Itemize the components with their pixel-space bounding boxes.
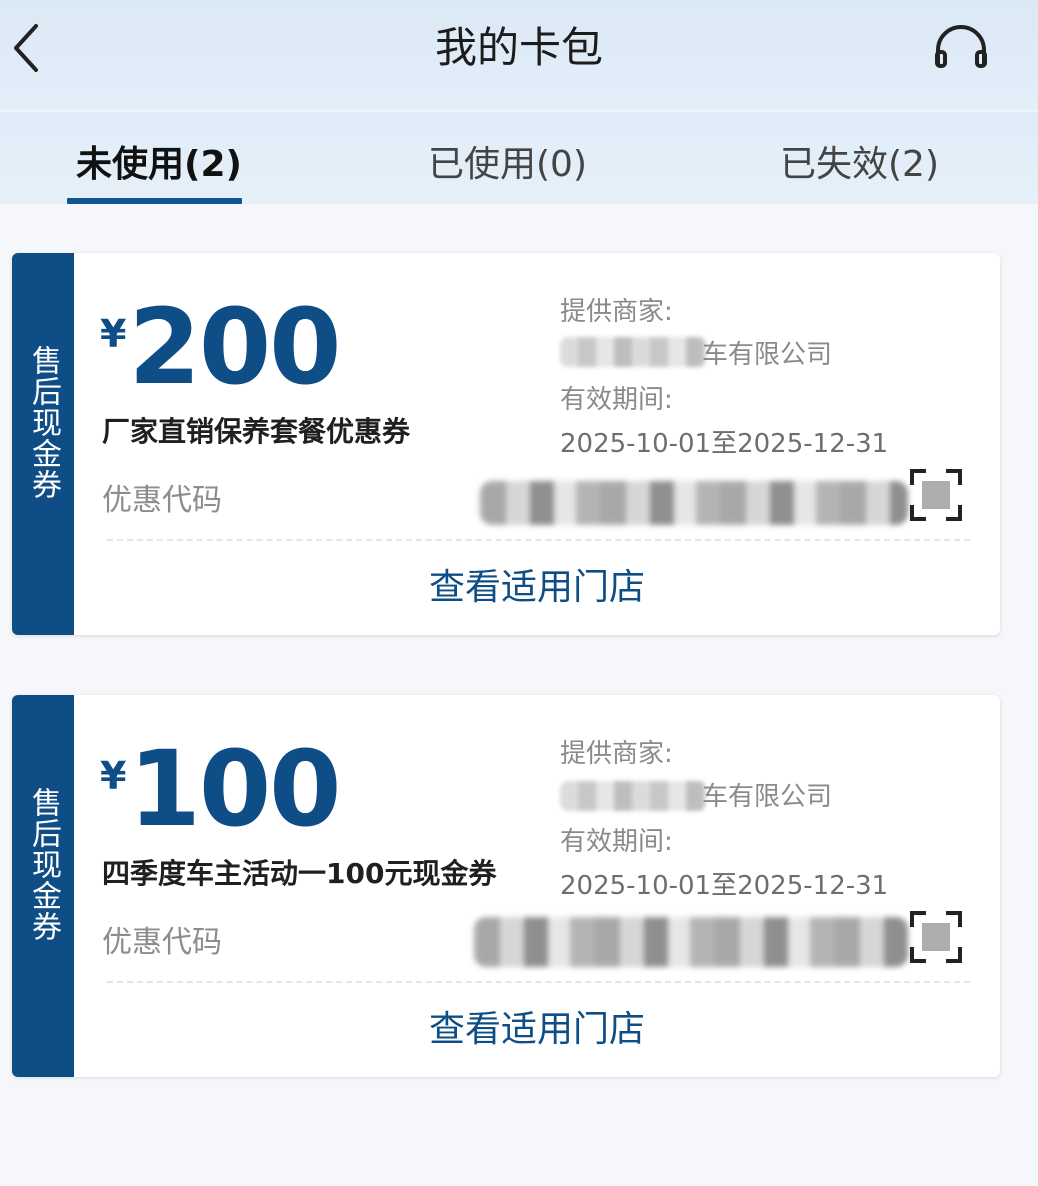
coupon-amount: ¥200: [100, 293, 342, 401]
coupon-code-redaction: [474, 917, 908, 967]
card-divider: [107, 981, 970, 983]
merchant-label: 提供商家:: [560, 297, 673, 327]
coupon-status-tabs: 未使用(2) 已使用(0) 已失效(2): [0, 112, 1038, 204]
validity-label: 有效期间:: [560, 385, 673, 415]
merchant-name: 车有限公司: [702, 340, 833, 370]
card-divider: [107, 539, 970, 541]
coupon-code-label: 优惠代码: [102, 483, 222, 518]
qr-code-icon[interactable]: [908, 467, 964, 523]
coupon-code-label: 优惠代码: [102, 925, 222, 960]
validity-period: 2025-10-01至2025-12-31: [560, 871, 889, 901]
merchant-name-redaction: [560, 337, 706, 367]
merchant-label: 提供商家:: [560, 739, 673, 769]
currency-symbol: ¥: [100, 754, 127, 798]
validity-period: 2025-10-01至2025-12-31: [560, 429, 889, 459]
currency-symbol: ¥: [100, 312, 127, 356]
coupon-category-strip: 售后现金券: [12, 253, 74, 635]
amount-value: 200: [128, 286, 341, 408]
merchant-name: 车有限公司: [702, 782, 833, 812]
view-stores-link[interactable]: 查看适用门店: [74, 1005, 1000, 1055]
qr-code-icon[interactable]: [908, 909, 964, 965]
coupon-name: 四季度车主活动一100元现金券: [102, 857, 497, 890]
page-title: 我的卡包: [434, 23, 603, 72]
coupon-name: 厂家直销保养套餐优惠券: [102, 415, 411, 448]
coupon-card[interactable]: 售后现金券 ¥100 四季度车主活动一100元现金券 优惠代码 提供商家: 车有…: [12, 695, 1000, 1077]
view-stores-link[interactable]: 查看适用门店: [74, 563, 1000, 613]
coupon-amount: ¥100: [100, 735, 342, 843]
coupon-code-redaction: [480, 481, 908, 525]
coupon-category-label: 售后现金券: [26, 345, 61, 500]
tab-expired[interactable]: 已失效(2): [780, 142, 939, 188]
top-nav-bar: 我的卡包: [0, 0, 1038, 112]
merchant-name-redaction: [560, 781, 706, 811]
customer-service-button[interactable]: [930, 20, 992, 76]
coupon-category-label: 售后现金券: [26, 787, 61, 942]
validity-label: 有效期间:: [560, 827, 673, 857]
tab-used[interactable]: 已使用(0): [428, 142, 587, 188]
amount-value: 100: [128, 728, 341, 850]
coupon-card[interactable]: 售后现金券 ¥200 厂家直销保养套餐优惠券 优惠代码 提供商家: 车有限公司 …: [12, 253, 1000, 635]
tab-unused[interactable]: 未使用(2): [76, 142, 242, 188]
headset-icon: [935, 25, 987, 68]
active-tab-indicator: [67, 198, 242, 204]
coupon-category-strip: 售后现金券: [12, 695, 74, 1077]
